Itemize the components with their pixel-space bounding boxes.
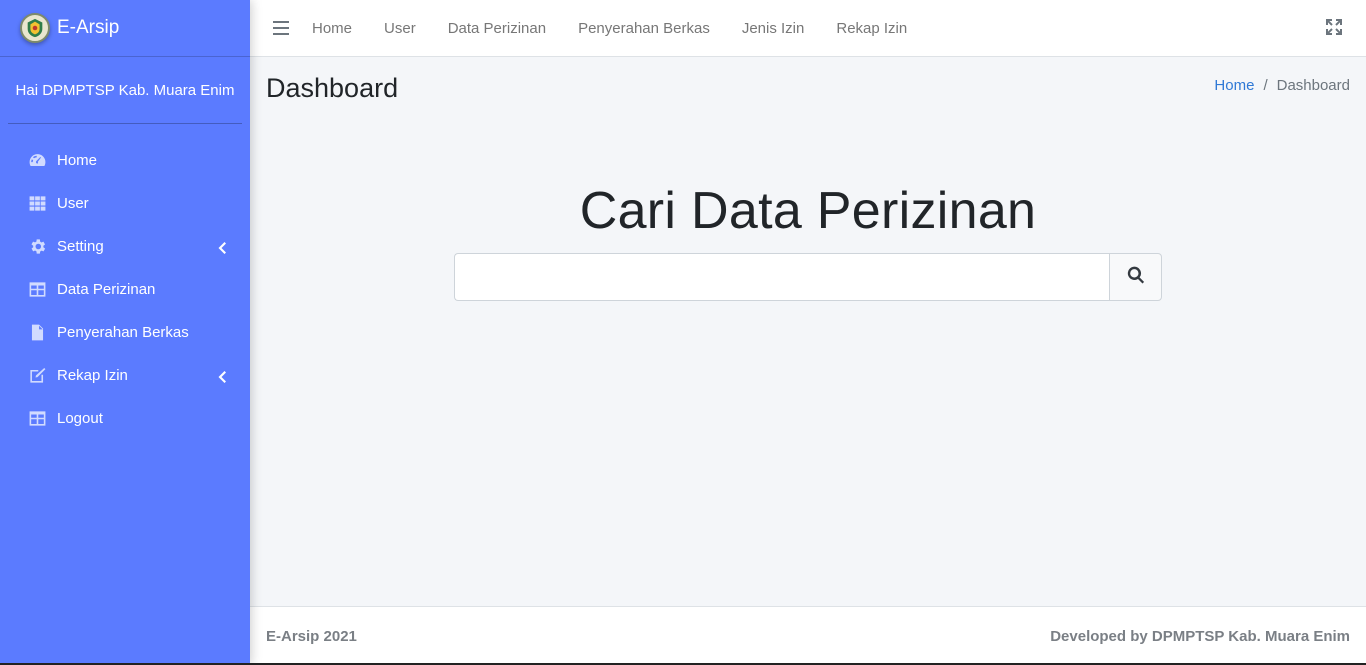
top-link-data-perizinan[interactable]: Data Perizinan bbox=[448, 20, 546, 37]
sidebar-item-label: Rekap Izin bbox=[57, 367, 128, 384]
edit-icon bbox=[27, 366, 47, 386]
file-icon bbox=[27, 323, 47, 343]
search-group bbox=[454, 253, 1162, 301]
top-link-user[interactable]: User bbox=[384, 20, 416, 37]
sidebar-item-logout[interactable]: Logout bbox=[0, 397, 250, 440]
table-icon bbox=[27, 409, 47, 429]
top-link-rekap-izin[interactable]: Rekap Izin bbox=[836, 20, 907, 37]
search-heading: Cari Data Perizinan bbox=[579, 182, 1037, 240]
sidebar-item-label: User bbox=[57, 195, 89, 212]
sidebar-item-label: Data Perizinan bbox=[57, 281, 156, 298]
regency-emblem-icon bbox=[20, 13, 50, 43]
gear-icon bbox=[27, 237, 47, 257]
top-link-home[interactable]: Home bbox=[312, 20, 352, 37]
sidebar-item-rekap-izin[interactable]: Rekap Izin bbox=[0, 354, 250, 397]
user-greeting[interactable]: Hai DPMPTSP Kab. Muara Enim bbox=[16, 82, 235, 99]
footer-copyright: E-Arsip 2021 bbox=[266, 627, 357, 645]
top-link-penyerahan-berkas[interactable]: Penyerahan Berkas bbox=[578, 20, 710, 37]
search-button[interactable] bbox=[1109, 253, 1162, 301]
user-panel: Hai DPMPTSP Kab. Muara Enim bbox=[8, 57, 242, 124]
grid-icon bbox=[27, 194, 47, 214]
table-icon bbox=[27, 280, 47, 300]
sidebar-item-label: Logout bbox=[57, 410, 103, 427]
hamburger-icon[interactable] bbox=[250, 0, 312, 57]
breadcrumb: Home / Dashboard bbox=[1214, 77, 1350, 94]
top-navbar: Home User Data Perizinan Penyerahan Berk… bbox=[250, 0, 1366, 57]
sidebar-item-penyerahan-berkas[interactable]: Penyerahan Berkas bbox=[0, 311, 250, 354]
sidebar: E-Arsip Hai DPMPTSP Kab. Muara Enim Home… bbox=[0, 0, 250, 665]
search-input[interactable] bbox=[454, 253, 1109, 301]
chevron-left-icon bbox=[218, 370, 226, 383]
sidebar-nav: Home User Setting Data Perizinan Penyera… bbox=[0, 139, 250, 440]
sidebar-item-data-perizinan[interactable]: Data Perizinan bbox=[0, 268, 250, 311]
sidebar-item-user[interactable]: User bbox=[0, 182, 250, 225]
sidebar-item-label: Penyerahan Berkas bbox=[57, 324, 189, 341]
brand-name: E-Arsip bbox=[57, 17, 120, 38]
page-title: Dashboard bbox=[266, 73, 399, 103]
sidebar-item-label: Setting bbox=[57, 238, 104, 255]
search-icon bbox=[1126, 265, 1146, 290]
top-link-jenis-izin[interactable]: Jenis Izin bbox=[742, 20, 805, 37]
sidebar-item-setting[interactable]: Setting bbox=[0, 225, 250, 268]
footer-developer: Developed by DPMPTSP Kab. Muara Enim bbox=[1050, 627, 1350, 645]
brand-link[interactable]: E-Arsip bbox=[0, 0, 250, 57]
breadcrumb-current: Dashboard bbox=[1276, 77, 1350, 94]
chevron-left-icon bbox=[218, 241, 226, 254]
breadcrumb-home-link[interactable]: Home bbox=[1214, 77, 1254, 94]
breadcrumb-separator: / bbox=[1263, 77, 1268, 94]
sidebar-item-label: Home bbox=[57, 152, 98, 169]
dashboard-gauge-icon bbox=[27, 151, 47, 171]
footer: E-Arsip 2021 Developed by DPMPTSP Kab. M… bbox=[250, 606, 1366, 665]
expand-icon[interactable] bbox=[1326, 19, 1344, 37]
main-content: Dashboard Home / Dashboard Cari Data Per… bbox=[250, 57, 1366, 606]
sidebar-item-home[interactable]: Home bbox=[0, 139, 250, 182]
